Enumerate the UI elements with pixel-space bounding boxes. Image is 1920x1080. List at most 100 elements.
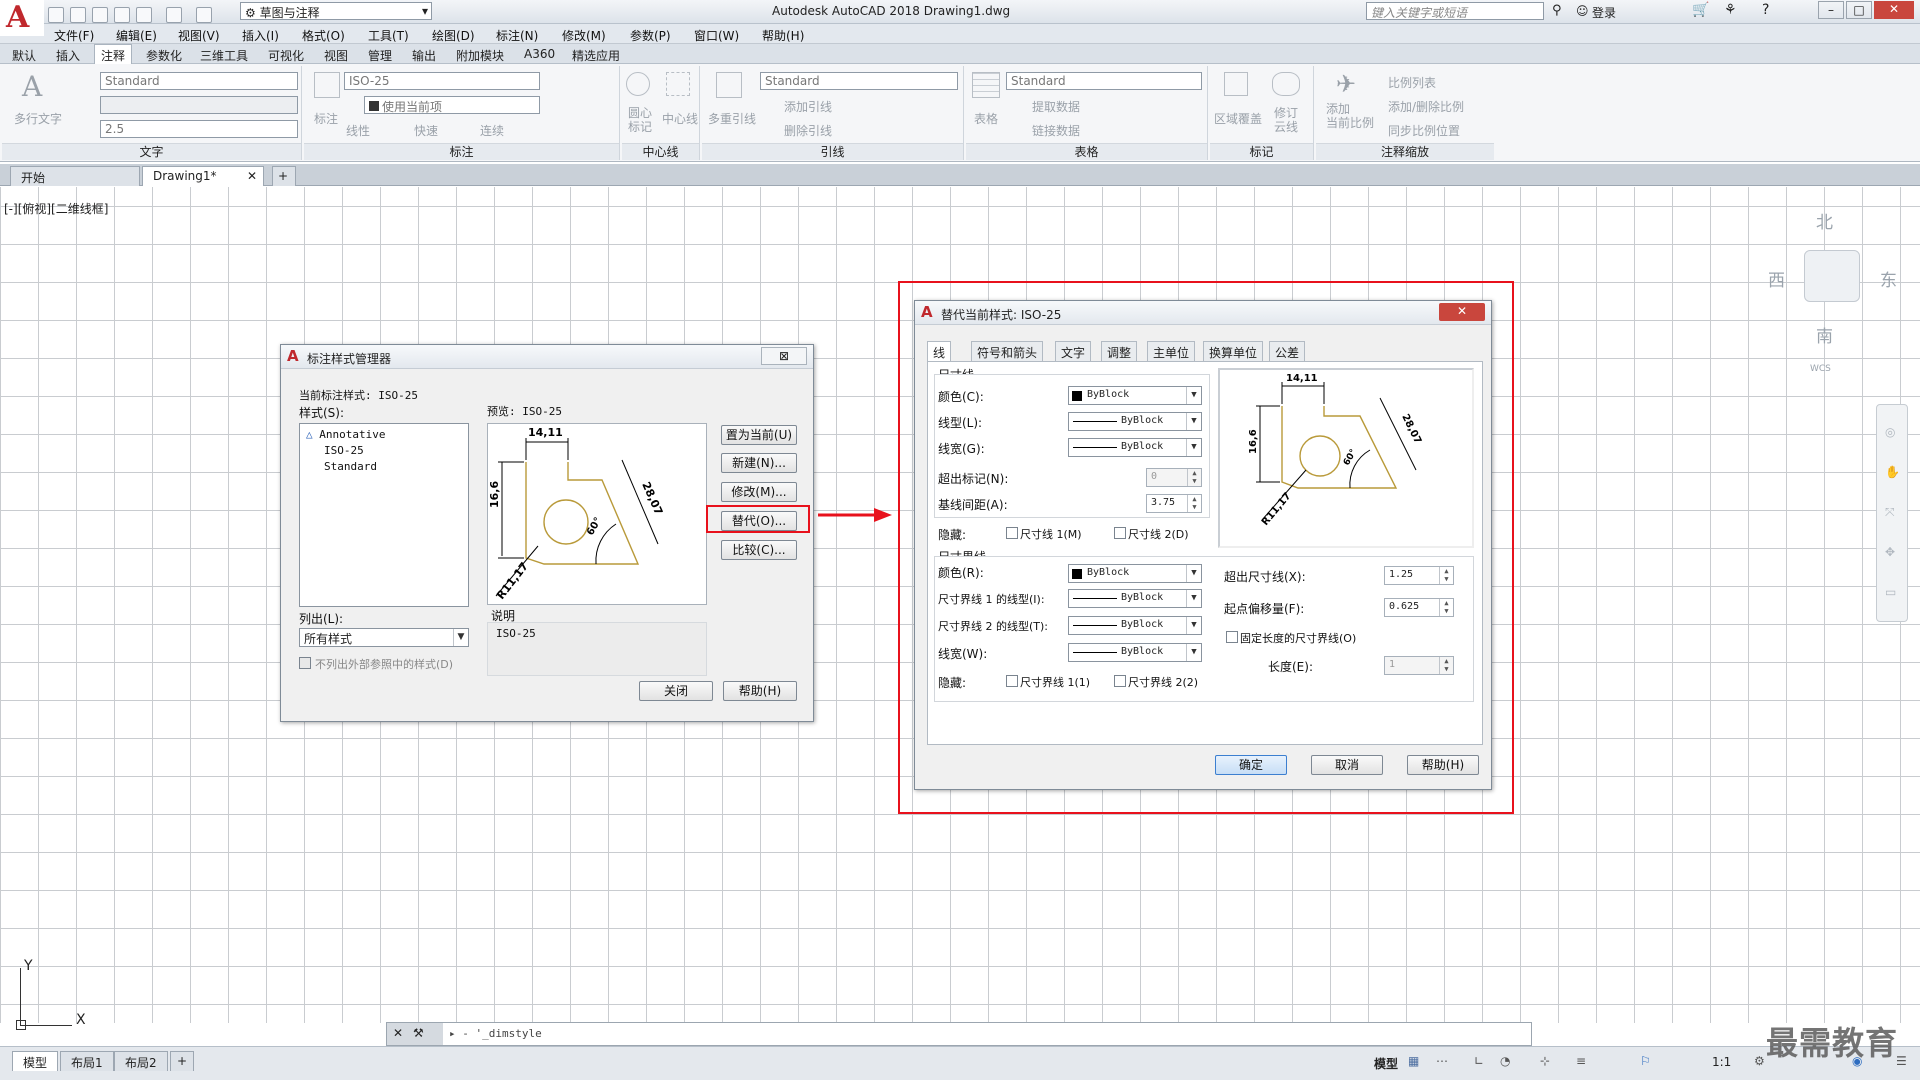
dimension-icon[interactable] xyxy=(314,72,340,98)
close-button[interactable]: ✕ xyxy=(1874,1,1914,19)
workspace-gear-icon[interactable]: ⚙ xyxy=(1754,1054,1765,1068)
search-input[interactable]: 键入关键字或短语 xyxy=(1366,2,1544,20)
dimline-ltype-select[interactable]: ByBlock ▼ xyxy=(1068,412,1202,431)
viewcube-south[interactable]: 南 xyxy=(1816,322,1833,347)
set-current-button[interactable]: 置为当前(U) xyxy=(721,425,797,445)
ext-offset-input[interactable]: 0.625 ▲ ▼ xyxy=(1384,598,1454,617)
binoculars-icon[interactable]: ⚲ xyxy=(1552,3,1562,18)
list-filter-select[interactable]: 所有样式 ▼ xyxy=(299,628,469,647)
ov-tab-lines[interactable]: 线 xyxy=(927,341,952,363)
menu-format[interactable]: 格式(O) xyxy=(302,27,345,44)
menu-dimension[interactable]: 标注(N) xyxy=(496,27,538,44)
command-line[interactable]: ✕ ⚒ ▸ - '_dimstyle xyxy=(386,1022,1532,1046)
link-data[interactable]: 链接数据 xyxy=(1032,122,1080,139)
app-menu-button[interactable]: A xyxy=(0,0,44,36)
sync-scale[interactable]: 同步比例位置 xyxy=(1388,122,1460,139)
viewport-label[interactable]: [-][俯视][二维线框] xyxy=(4,200,108,217)
close-tab-icon[interactable]: ✕ xyxy=(247,169,257,183)
dsm-close-button[interactable]: 关闭 xyxy=(639,681,713,701)
viewcube-west[interactable]: 西 xyxy=(1768,266,1785,291)
grid-icon[interactable]: ▦ xyxy=(1408,1054,1419,1068)
menu-tools[interactable]: 工具(T) xyxy=(368,27,409,44)
tab-default[interactable]: 默认 xyxy=(12,47,36,64)
table-style-select[interactable]: Standard xyxy=(1006,72,1202,90)
menu-parametric[interactable]: 参数(P) xyxy=(630,27,671,44)
table-label[interactable]: 表格 xyxy=(974,110,998,127)
ext-beyond-input[interactable]: 1.25 ▲ ▼ xyxy=(1384,566,1454,585)
text-style-select[interactable]: Standard xyxy=(100,72,298,90)
menu-modify[interactable]: 修改(M) xyxy=(562,27,606,44)
dim-layer-select[interactable]: 使用当前项 xyxy=(364,96,540,114)
compare-style-button[interactable]: 比较(C)... xyxy=(721,540,797,560)
extline2-ltype-select[interactable]: ByBlock ▼ xyxy=(1068,616,1202,635)
maximize-button[interactable]: □ xyxy=(1846,1,1872,19)
extract-data[interactable]: 提取数据 xyxy=(1032,98,1080,115)
wcs-menu[interactable]: WCS xyxy=(1810,364,1831,374)
suppress-dimline2-checkbox[interactable] xyxy=(1114,527,1126,539)
scale-list[interactable]: 比例列表 xyxy=(1388,74,1436,91)
menu-help[interactable]: 帮助(H) xyxy=(762,27,804,44)
tab-addins[interactable]: 附加模块 xyxy=(456,47,504,64)
tab-manage[interactable]: 管理 xyxy=(368,47,392,64)
no-xref-checkbox[interactable] xyxy=(299,657,311,669)
viewcube-north[interactable]: 北 xyxy=(1816,208,1833,233)
tab-output[interactable]: 输出 xyxy=(412,47,436,64)
extline1-ltype-select[interactable]: ByBlock ▼ xyxy=(1068,589,1202,608)
minimize-button[interactable]: – xyxy=(1818,1,1844,19)
doc-tab-start[interactable]: 开始 xyxy=(10,166,140,186)
style-item-standard[interactable]: Standard xyxy=(324,460,377,473)
undo-icon[interactable] xyxy=(166,7,182,23)
dim-continue[interactable]: 连续 xyxy=(480,122,504,139)
suppress-extline1-checkbox[interactable] xyxy=(1006,675,1018,687)
style-item-annotative[interactable]: △ Annotative xyxy=(306,428,385,441)
redo-icon[interactable] xyxy=(196,7,212,23)
wipeout-label[interactable]: 区域覆盖 xyxy=(1214,110,1262,127)
ov-tab-tolerances[interactable]: 公差 xyxy=(1269,341,1306,361)
viewcube[interactable]: 北 西 东 南 WCS xyxy=(1760,204,1910,374)
ortho-icon[interactable]: ∟ xyxy=(1474,1054,1484,1068)
annotation-scale[interactable]: 1:1 xyxy=(1712,1055,1731,1069)
polar-icon[interactable]: ◔ xyxy=(1500,1054,1510,1068)
layout-tab-layout1[interactable]: 布局1 xyxy=(60,1051,114,1071)
panel-leader-label[interactable]: 引线 xyxy=(702,143,963,160)
panel-text-label[interactable]: 文字 xyxy=(2,143,301,160)
wrench-icon[interactable]: ⚒ xyxy=(413,1026,424,1040)
model-space-button[interactable]: 模型 xyxy=(1374,1055,1398,1072)
spin-arrows-icon[interactable]: ▲ ▼ xyxy=(1439,567,1453,584)
multileader-label[interactable]: 多重引线 xyxy=(708,110,756,127)
new-icon[interactable] xyxy=(48,7,64,23)
showmotion-icon[interactable]: ▭ xyxy=(1885,585,1896,599)
remove-leader[interactable]: 删除引线 xyxy=(784,122,832,139)
help-icon[interactable]: ? xyxy=(1762,2,1769,18)
spin-arrows-icon[interactable]: ▲ ▼ xyxy=(1439,657,1453,674)
new-tab-button[interactable]: + xyxy=(272,166,296,186)
command-text[interactable]: ▸ - '_dimstyle xyxy=(449,1027,542,1040)
snap-icon[interactable]: ⋯ xyxy=(1436,1054,1448,1068)
dim-style-select[interactable]: ISO-25 xyxy=(344,72,540,90)
doc-tab-drawing1[interactable]: Drawing1* ✕ xyxy=(142,166,264,186)
menu-window[interactable]: 窗口(W) xyxy=(694,27,739,44)
mtext-icon[interactable]: A xyxy=(22,70,42,103)
spin-arrows-icon[interactable]: ▲ ▼ xyxy=(1439,599,1453,616)
open-icon[interactable] xyxy=(70,7,86,23)
extline-color-select[interactable]: ByBlock ▼ xyxy=(1068,564,1202,583)
save-as-icon[interactable] xyxy=(114,7,130,23)
tab-insert[interactable]: 插入 xyxy=(56,47,80,64)
pan-icon[interactable]: ✋ xyxy=(1885,465,1900,479)
panel-centerline-label[interactable]: 中心线 xyxy=(622,143,699,160)
dimline-lw-select[interactable]: ByBlock ▼ xyxy=(1068,438,1202,457)
ov-tab-alt-units[interactable]: 换算单位 xyxy=(1203,341,1264,361)
spin-arrows-icon[interactable]: ▲ ▼ xyxy=(1187,469,1201,486)
menu-file[interactable]: 文件(F) xyxy=(54,27,94,44)
cart-icon[interactable]: 🛒 xyxy=(1692,2,1709,18)
login-link[interactable]: 登录 xyxy=(1592,4,1616,21)
centerline-label[interactable]: 中心线 xyxy=(662,110,698,127)
close-icon[interactable]: ✕ xyxy=(393,1026,403,1040)
layout-tab-model[interactable]: 模型 xyxy=(12,1051,59,1071)
ov-tab-fit[interactable]: 调整 xyxy=(1101,341,1138,361)
extline-lw-select[interactable]: ByBlock ▼ xyxy=(1068,643,1202,662)
layout-tab-layout2[interactable]: 布局2 xyxy=(114,1051,168,1071)
menu-draw[interactable]: 绘图(D) xyxy=(432,27,475,44)
menu-edit[interactable]: 编辑(E) xyxy=(116,27,157,44)
orbit-icon[interactable]: ✥ xyxy=(1885,545,1895,559)
